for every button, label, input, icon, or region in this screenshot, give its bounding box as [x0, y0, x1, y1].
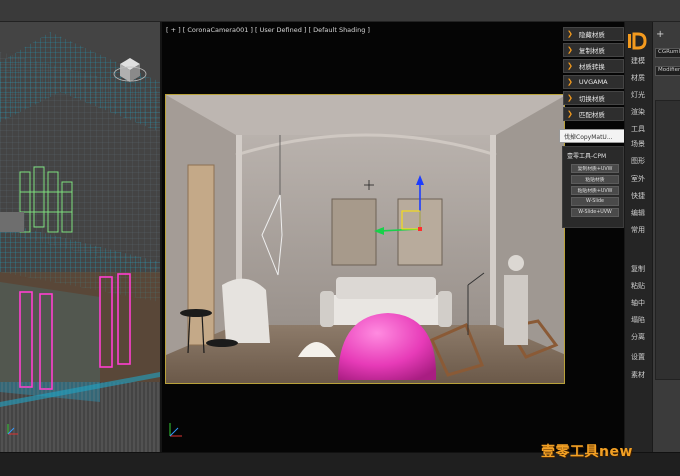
toolbox-item[interactable]: 设置: [631, 352, 645, 362]
cpm-tool-panel: 壹零工具-CPM 复制材质+UVW 粘贴材质 粘贴材质+UVW W-Slide …: [562, 146, 624, 228]
modifier-list-dropdown[interactable]: Modifier L: [655, 66, 680, 76]
toolbox-item[interactable]: 常用: [631, 225, 645, 235]
toolbox-item[interactable]: 粘贴: [631, 281, 645, 291]
paste-material-button[interactable]: 粘贴材质: [571, 175, 619, 184]
interior-scene: [166, 95, 564, 383]
menu-item-hide-material[interactable]: ❯ 隐藏材质: [563, 27, 624, 41]
app-window: [ + ] [ CoronaCamera001 ] [ User Defined…: [0, 0, 680, 476]
chevron-right-icon: ❯: [567, 78, 573, 86]
viewport-label[interactable]: [ + ] [ CoronaCamera001 ] [ User Defined…: [166, 26, 370, 34]
toolbox-item[interactable]: 建模: [631, 56, 645, 66]
tooltip: 伐掉CopyMatU...: [559, 129, 629, 143]
toolbox-item[interactable]: 图形: [631, 156, 645, 166]
w-slide-button[interactable]: W-Slide: [571, 197, 619, 206]
menu-item-copy-material[interactable]: ❯ 复制材质: [563, 43, 624, 57]
chevron-right-icon: ❯: [567, 30, 573, 38]
toolbox-item[interactable]: 编辑: [631, 208, 645, 218]
object-name-field[interactable]: CGRuml: [655, 48, 680, 58]
toolbox-item[interactable]: 灯光: [631, 90, 645, 100]
w-slide-uvw-button[interactable]: W-Slide+UVW: [571, 208, 619, 217]
menu-item-convert-material[interactable]: ❯ 材质转换: [563, 59, 624, 73]
toolbox-item[interactable]: 素材: [631, 370, 645, 380]
modifier-stack[interactable]: [655, 100, 680, 380]
chevron-right-icon: ❯: [567, 46, 573, 54]
chevron-right-icon: ❯: [567, 110, 573, 118]
watermark: 壹零工具new: [541, 444, 633, 460]
toolbox-strip: 建模 材质 灯光 渲染 工具 场景 图形 室外 快捷 编辑 常用 复制 粘贴 轴…: [624, 22, 652, 452]
wireframe-scene: [0, 22, 160, 452]
toolbox-item[interactable]: 工具: [631, 124, 645, 134]
toolbox-item[interactable]: 复制: [631, 264, 645, 274]
copy-material-uvw-button[interactable]: 复制材质+UVW: [571, 164, 619, 173]
camera-viewport[interactable]: [ + ] [ CoronaCamera001 ] [ User Defined…: [160, 22, 624, 452]
create-plus-icon[interactable]: +: [656, 29, 664, 40]
cpm-panel-title: 壹零工具-CPM: [567, 153, 607, 160]
toolbox-item[interactable]: 塌陷: [631, 315, 645, 325]
plugin-logo-icon[interactable]: [626, 30, 648, 52]
toolbox-item[interactable]: 渲染: [631, 107, 645, 117]
axis-gizmo-icon: [169, 423, 182, 437]
toolbox-item[interactable]: 场景: [631, 139, 645, 149]
toolbox-item[interactable]: 快捷: [631, 191, 645, 201]
toolbox-item[interactable]: 分离: [631, 332, 645, 342]
toolbox-item[interactable]: 轴中: [631, 298, 645, 308]
menu-item-uvgama[interactable]: ❯ UVGAMA: [563, 75, 624, 89]
perspective-viewport[interactable]: [0, 22, 160, 452]
paste-material-uvw-button[interactable]: 粘贴材质+UVW: [571, 186, 619, 195]
menu-item-switch-material[interactable]: ❯ 切换材质: [563, 91, 624, 105]
top-toolbar: [0, 0, 680, 22]
toolbox-item[interactable]: 室外: [631, 174, 645, 184]
toolbox-item[interactable]: 材质: [631, 73, 645, 83]
chevron-right-icon: ❯: [567, 62, 573, 70]
plugin-material-menu: ❯ 隐藏材质 ❯ 复制材质 ❯ 材质转换 ❯ UVGAMA ❯ 切换材质 ❯ 匹配材质: [563, 27, 624, 123]
command-panel: + CGRuml Modifier L: [652, 22, 680, 452]
render-preview: [165, 94, 565, 384]
chevron-right-icon: ❯: [567, 94, 573, 102]
menu-item-match-material[interactable]: ❯ 匹配材质: [563, 107, 624, 121]
